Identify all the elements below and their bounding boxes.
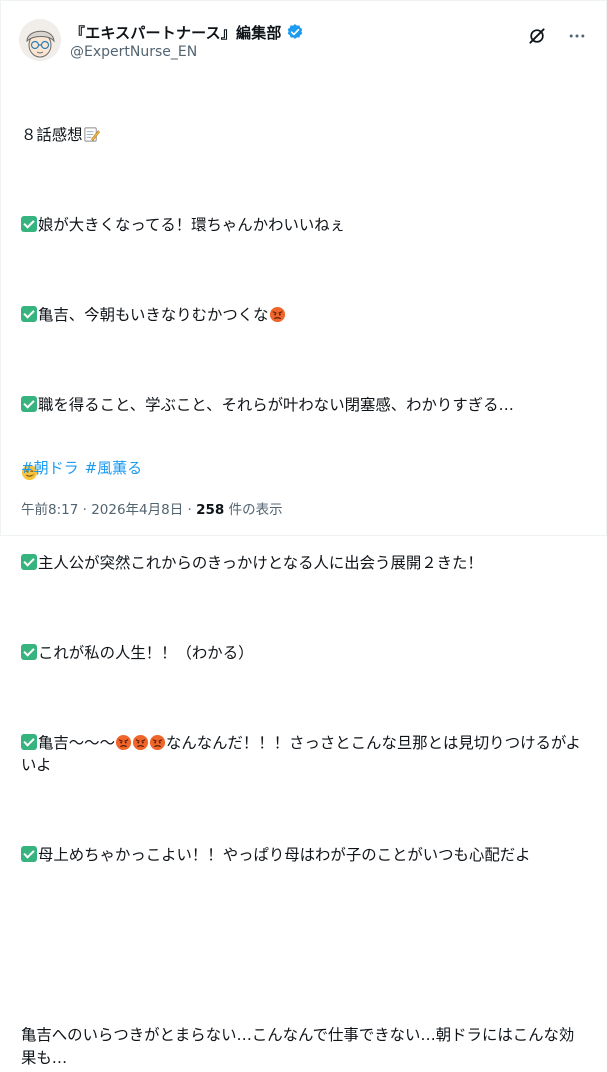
angry-face-icon	[132, 734, 149, 751]
check-item: これが私の人生！！（わかる）	[38, 643, 254, 662]
post-line: 母上めちゃかっこよい！！やっぱり母はわが子のことがいつも心配だよ	[21, 844, 589, 867]
angry-face-icon	[269, 306, 286, 323]
meta-separator: ·	[78, 502, 92, 518]
verified-badge-icon	[286, 23, 304, 41]
check-item: 娘が大きくなってる！環ちゃんかわいいねぇ	[38, 216, 346, 234]
post-line: 娘が大きくなってる！環ちゃんかわいいねぇ	[21, 214, 589, 237]
memo-icon	[83, 126, 100, 143]
post-line: ８話感想	[21, 124, 589, 147]
check-mark-icon	[21, 216, 37, 232]
check-item: 亀吉、今朝もいきなりむかつくな	[38, 306, 269, 324]
check-mark-icon	[21, 846, 37, 862]
check-mark-icon	[21, 733, 37, 750]
check-mark-icon	[21, 306, 37, 322]
views-count: 258	[196, 502, 225, 518]
post-text: ８話感想 娘が大きくなってる！環ちゃんかわいいねぇ 亀吉、今朝もいきなりむかつく…	[21, 79, 589, 1072]
post-title: ８話感想	[21, 126, 83, 144]
post-line: 亀吉、今朝もいきなりむかつくな	[21, 304, 589, 327]
check-mark-icon	[21, 643, 37, 660]
post-time[interactable]: 午前8:17	[21, 502, 78, 518]
post-closing: 亀吉へのいらつきがとまらない…こんなんで仕事できない…朝ドラにはこんな効果も…	[21, 1026, 575, 1067]
post-line: 主人公が突然これからのきっかけとなる人に出会う展開２きた！	[21, 552, 589, 575]
meta-separator: ·	[183, 502, 197, 518]
grok-icon[interactable]	[526, 25, 548, 47]
check-mark-icon	[21, 553, 37, 570]
angry-face-icon	[149, 734, 166, 751]
hashtag-link[interactable]: #風薫る	[85, 459, 143, 477]
check-item: 職を得ること、学ぶこと、それらが叶わない閉塞感、わかりすぎる…	[38, 396, 514, 414]
check-item: 亀吉〜〜〜	[38, 733, 115, 752]
hashtags: #朝ドラ #風薫る	[21, 457, 148, 478]
post-actions-top	[526, 25, 588, 47]
handle[interactable]: @ExpertNurse_EN	[70, 44, 304, 60]
author-block: 『エキスパートナース』編集部 @ExpertNurse_EN	[70, 21, 304, 60]
avatar[interactable]	[19, 19, 61, 61]
check-mark-icon	[21, 396, 37, 412]
angry-face-icon	[115, 734, 132, 751]
post-line: 亀吉〜〜〜 なんなんだ！！！さっさとこんな旦那とは見切りつけるがよいよ	[21, 732, 589, 777]
post-line: 職を得ること、学ぶこと、それらが叶わない閉塞感、わかりすぎる…	[21, 394, 589, 417]
hashtag-link[interactable]: #朝ドラ	[21, 459, 79, 477]
views-label: 件の表示	[224, 502, 283, 518]
display-name[interactable]: 『エキスパートナース』編集部	[70, 22, 282, 43]
post-date[interactable]: 2026年4月8日	[91, 502, 183, 518]
post-meta: 午前8:17 · 2026年4月8日 · 258 件の表示	[21, 498, 283, 518]
check-item: 主人公が突然これからのきっかけとなる人に出会う展開２きた！	[38, 553, 483, 572]
post-line: これが私の人生！！（わかる）	[21, 642, 589, 665]
post-card: 『エキスパートナース』編集部 @ExpertNurse_EN ８話感想 娘が大き…	[0, 0, 607, 1067]
check-item: 母上めちゃかっこよい！！やっぱり母はわが子のことがいつも心配だよ	[38, 846, 531, 864]
more-icon[interactable]	[566, 25, 588, 47]
